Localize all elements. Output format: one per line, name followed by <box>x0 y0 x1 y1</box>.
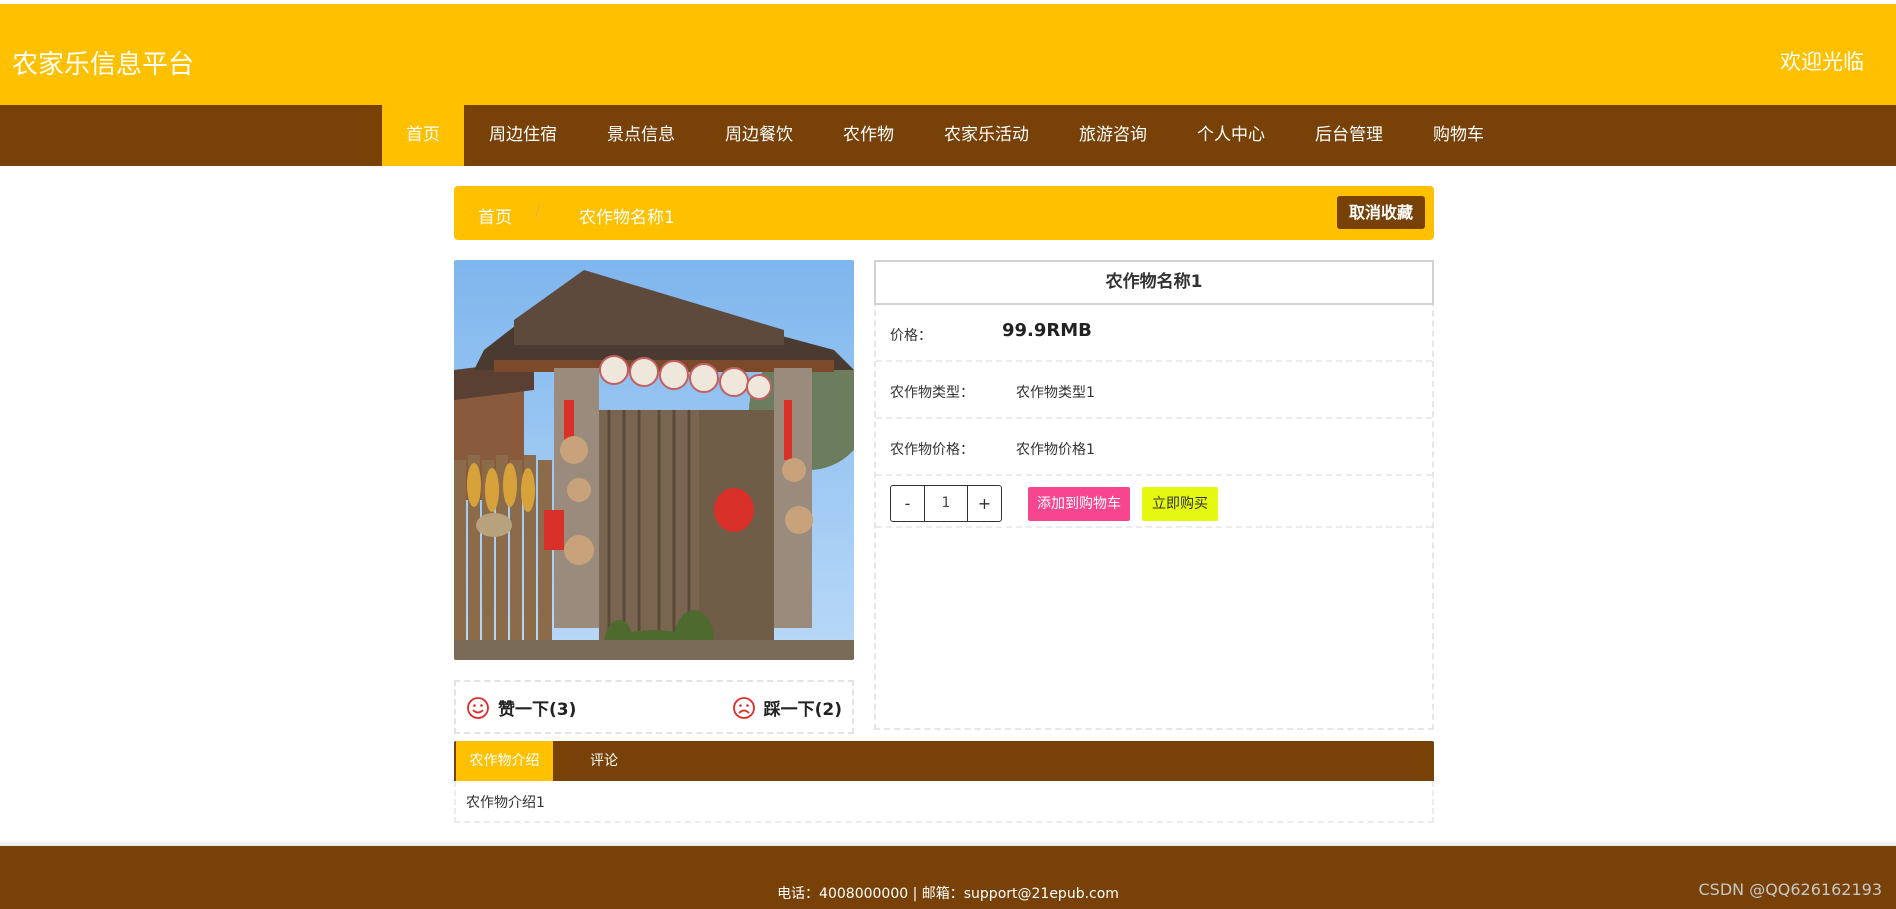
tab-intro[interactable]: 农作物介绍 <box>456 741 553 781</box>
tab-content: 农作物介绍1 <box>454 781 1434 823</box>
site-title[interactable]: 农家乐信息平台 <box>12 44 194 81</box>
type-value: 农作物类型1 <box>1016 385 1095 401</box>
quantity-increase-button[interactable]: + <box>968 486 1001 521</box>
dislike-button[interactable]: 踩一下(2) <box>732 695 842 720</box>
buy-now-button[interactable]: 立即购买 <box>1142 487 1218 521</box>
type-row: 农作物类型： 农作物类型1 <box>876 362 1432 419</box>
crop-price-label: 农作物价格： <box>890 442 974 458</box>
footer-contact: 电话：4008000000 | 邮箱：support@21epub.com <box>777 886 1119 902</box>
breadcrumb-home-link[interactable]: 首页 <box>478 203 512 228</box>
purchase-row: - 1 + 添加到购物车 立即购买 <box>876 476 1432 528</box>
frown-icon <box>732 696 755 719</box>
price-label: 价格： <box>890 328 932 344</box>
watermark: CSDN @QQ626162193 <box>1698 880 1882 899</box>
main-nav: 首页 周边住宿 景点信息 周边餐饮 农作物 农家乐活动 旅游咨询 个人中心 后台… <box>0 105 1896 166</box>
product-image <box>454 260 854 660</box>
quantity-decrease-button[interactable]: - <box>891 486 924 521</box>
like-count: 赞一下(3) <box>498 700 577 720</box>
crop-price-value: 农作物价格1 <box>1016 442 1095 458</box>
product-title: 农作物名称1 <box>874 260 1434 305</box>
nav-item-dining[interactable]: 周边餐饮 <box>700 105 818 166</box>
nav-item-cart[interactable]: 购物车 <box>1408 105 1509 166</box>
price-value: 99.9RMB <box>1002 320 1092 341</box>
breadcrumb: 首页 / 农作物名称1 取消收藏 <box>454 186 1434 240</box>
dislike-count: 踩一下(2) <box>763 700 842 720</box>
nav-item-lodging[interactable]: 周边住宿 <box>464 105 582 166</box>
vote-bar: 赞一下(3) 踩一下(2) <box>454 680 854 734</box>
nav-item-personal-center[interactable]: 个人中心 <box>1172 105 1290 166</box>
unfavorite-button[interactable]: 取消收藏 <box>1336 196 1425 229</box>
site-footer: 电话：4008000000 | 邮箱：support@21epub.com CS… <box>0 846 1896 909</box>
breadcrumb-separator: / <box>535 204 540 220</box>
nav-item-travel-consult[interactable]: 旅游咨询 <box>1054 105 1172 166</box>
nav-item-activities[interactable]: 农家乐活动 <box>919 105 1054 166</box>
welcome-text: 欢迎光临 <box>1780 50 1864 74</box>
breadcrumb-current: 农作物名称1 <box>579 208 675 228</box>
intro-text: 农作物介绍1 <box>466 795 545 811</box>
site-header: 农家乐信息平台 欢迎光临 <box>0 4 1896 105</box>
like-button[interactable]: 赞一下(3) <box>466 695 576 720</box>
tab-comments[interactable]: 评论 <box>590 741 618 781</box>
smile-icon <box>467 696 489 719</box>
product-info-panel: 农作物名称1 价格： 99.9RMB 农作物类型： 农作物类型1 农作物价格： … <box>874 260 1434 730</box>
type-label: 农作物类型： <box>890 385 974 401</box>
nav-item-crops[interactable]: 农作物 <box>818 105 919 166</box>
quantity-stepper: - 1 + <box>890 485 1002 522</box>
nav-item-home[interactable]: 首页 <box>382 105 464 166</box>
detail-tabs: 农作物介绍 评论 <box>454 741 1434 781</box>
nav-item-attractions[interactable]: 景点信息 <box>582 105 700 166</box>
crop-price-row: 农作物价格： 农作物价格1 <box>876 419 1432 476</box>
quantity-input[interactable]: 1 <box>924 486 968 521</box>
nav-list: 首页 周边住宿 景点信息 周边餐饮 农作物 农家乐活动 旅游咨询 个人中心 后台… <box>382 105 1509 166</box>
nav-item-admin[interactable]: 后台管理 <box>1290 105 1408 166</box>
price-row: 价格： 99.9RMB <box>876 305 1432 362</box>
add-to-cart-button[interactable]: 添加到购物车 <box>1028 487 1130 521</box>
